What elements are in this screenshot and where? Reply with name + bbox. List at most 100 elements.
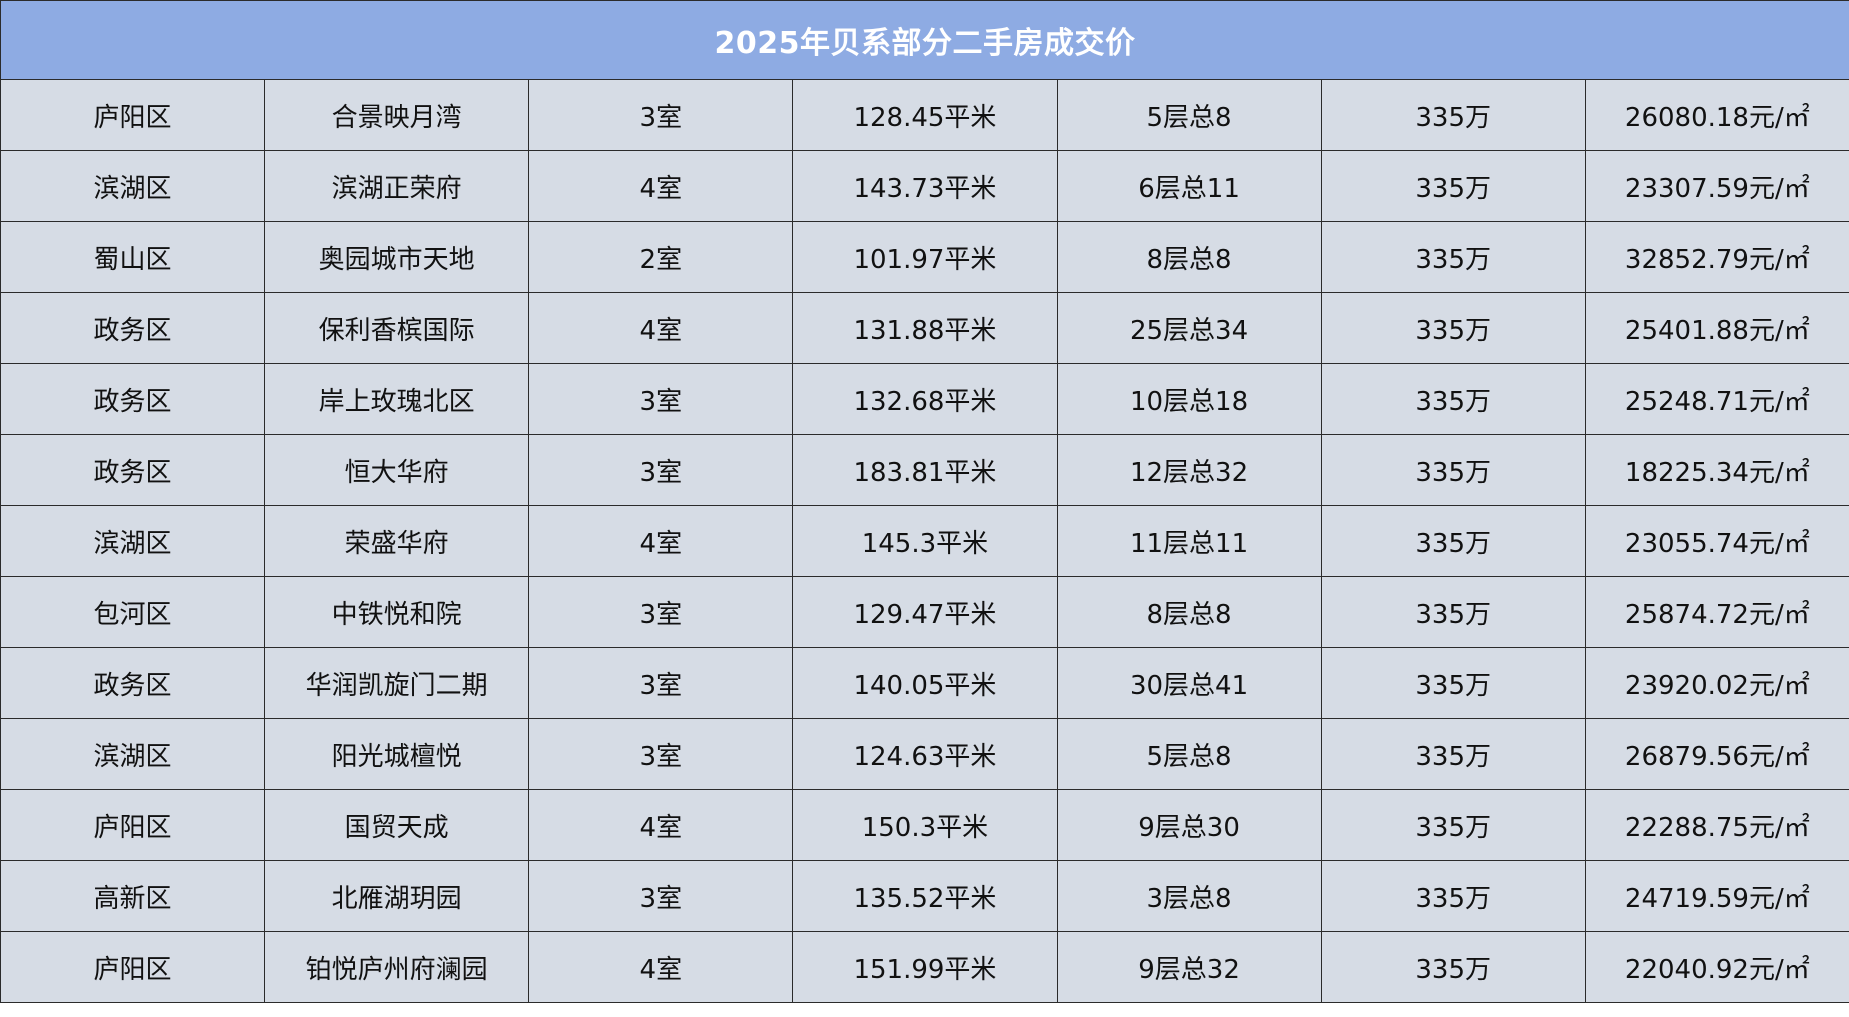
community-cell: 中铁悦和院 bbox=[264, 576, 530, 648]
district-cell: 滨湖区 bbox=[0, 150, 266, 222]
unit-price-cell: 24719.59元/㎡ bbox=[1584, 860, 1849, 932]
area-cell: 101.97平米 bbox=[792, 221, 1058, 293]
unit-price-cell: 25874.72元/㎡ bbox=[1584, 576, 1849, 648]
floor-cell: 11层总11 bbox=[1056, 505, 1322, 577]
district-cell: 政务区 bbox=[0, 434, 266, 506]
unit-price-cell: 18225.34元/㎡ bbox=[1584, 434, 1849, 506]
price-table: 2025年贝系部分二手房成交价 庐阳区 合景映月湾 3室 128.45平米 5层… bbox=[0, 0, 1849, 1003]
area-cell: 151.99平米 bbox=[792, 931, 1058, 1003]
floor-cell: 9层总32 bbox=[1056, 931, 1322, 1003]
total-price-cell: 335万 bbox=[1320, 647, 1586, 719]
area-cell: 128.45平米 bbox=[792, 79, 1058, 151]
rooms-cell: 3室 bbox=[528, 434, 794, 506]
district-cell: 庐阳区 bbox=[0, 789, 266, 861]
table-row: 政务区 华润凯旋门二期 3室 140.05平米 30层总41 335万 2392… bbox=[0, 647, 1849, 719]
unit-price-cell: 22040.92元/㎡ bbox=[1584, 931, 1849, 1003]
rooms-cell: 3室 bbox=[528, 79, 794, 151]
floor-cell: 10层总18 bbox=[1056, 363, 1322, 435]
total-price-cell: 335万 bbox=[1320, 221, 1586, 293]
district-cell: 高新区 bbox=[0, 860, 266, 932]
floor-cell: 6层总11 bbox=[1056, 150, 1322, 222]
total-price-cell: 335万 bbox=[1320, 363, 1586, 435]
table-row: 庐阳区 合景映月湾 3室 128.45平米 5层总8 335万 26080.18… bbox=[0, 79, 1849, 151]
table-row: 庐阳区 铂悦庐州府澜园 4室 151.99平米 9层总32 335万 22040… bbox=[0, 931, 1849, 1003]
rooms-cell: 3室 bbox=[528, 718, 794, 790]
table-row: 包河区 中铁悦和院 3室 129.47平米 8层总8 335万 25874.72… bbox=[0, 576, 1849, 648]
table-row: 政务区 岸上玫瑰北区 3室 132.68平米 10层总18 335万 25248… bbox=[0, 363, 1849, 435]
title-row: 2025年贝系部分二手房成交价 bbox=[0, 0, 1849, 80]
table-row: 蜀山区 奥园城市天地 2室 101.97平米 8层总8 335万 32852.7… bbox=[0, 221, 1849, 293]
area-cell: 124.63平米 bbox=[792, 718, 1058, 790]
unit-price-cell: 23055.74元/㎡ bbox=[1584, 505, 1849, 577]
total-price-cell: 335万 bbox=[1320, 505, 1586, 577]
rooms-cell: 4室 bbox=[528, 789, 794, 861]
rooms-cell: 4室 bbox=[528, 292, 794, 364]
area-cell: 140.05平米 bbox=[792, 647, 1058, 719]
community-cell: 北雁湖玥园 bbox=[264, 860, 530, 932]
community-cell: 奥园城市天地 bbox=[264, 221, 530, 293]
table-row: 庐阳区 国贸天成 4室 150.3平米 9层总30 335万 22288.75元… bbox=[0, 789, 1849, 861]
district-cell: 蜀山区 bbox=[0, 221, 266, 293]
total-price-cell: 335万 bbox=[1320, 150, 1586, 222]
total-price-cell: 335万 bbox=[1320, 789, 1586, 861]
total-price-cell: 335万 bbox=[1320, 434, 1586, 506]
unit-price-cell: 32852.79元/㎡ bbox=[1584, 221, 1849, 293]
total-price-cell: 335万 bbox=[1320, 576, 1586, 648]
unit-price-cell: 23920.02元/㎡ bbox=[1584, 647, 1849, 719]
total-price-cell: 335万 bbox=[1320, 718, 1586, 790]
table-row: 政务区 恒大华府 3室 183.81平米 12层总32 335万 18225.3… bbox=[0, 434, 1849, 506]
floor-cell: 8层总8 bbox=[1056, 221, 1322, 293]
price-table-sheet: 2025年贝系部分二手房成交价 庐阳区 合景映月湾 3室 128.45平米 5层… bbox=[0, 0, 1849, 1017]
district-cell: 滨湖区 bbox=[0, 505, 266, 577]
unit-price-cell: 23307.59元/㎡ bbox=[1584, 150, 1849, 222]
community-cell: 荣盛华府 bbox=[264, 505, 530, 577]
area-cell: 183.81平米 bbox=[792, 434, 1058, 506]
rooms-cell: 3室 bbox=[528, 576, 794, 648]
community-cell: 国贸天成 bbox=[264, 789, 530, 861]
community-cell: 保利香槟国际 bbox=[264, 292, 530, 364]
floor-cell: 5层总8 bbox=[1056, 718, 1322, 790]
district-cell: 政务区 bbox=[0, 647, 266, 719]
rooms-cell: 4室 bbox=[528, 931, 794, 1003]
rooms-cell: 2室 bbox=[528, 221, 794, 293]
area-cell: 145.3平米 bbox=[792, 505, 1058, 577]
table-row: 政务区 保利香槟国际 4室 131.88平米 25层总34 335万 25401… bbox=[0, 292, 1849, 364]
floor-cell: 12层总32 bbox=[1056, 434, 1322, 506]
floor-cell: 5层总8 bbox=[1056, 79, 1322, 151]
district-cell: 政务区 bbox=[0, 292, 266, 364]
community-cell: 阳光城檀悦 bbox=[264, 718, 530, 790]
area-cell: 143.73平米 bbox=[792, 150, 1058, 222]
community-cell: 岸上玫瑰北区 bbox=[264, 363, 530, 435]
district-cell: 滨湖区 bbox=[0, 718, 266, 790]
area-cell: 135.52平米 bbox=[792, 860, 1058, 932]
floor-cell: 8层总8 bbox=[1056, 576, 1322, 648]
rooms-cell: 3室 bbox=[528, 860, 794, 932]
community-cell: 合景映月湾 bbox=[264, 79, 530, 151]
floor-cell: 3层总8 bbox=[1056, 860, 1322, 932]
unit-price-cell: 26080.18元/㎡ bbox=[1584, 79, 1849, 151]
rooms-cell: 3室 bbox=[528, 647, 794, 719]
floor-cell: 25层总34 bbox=[1056, 292, 1322, 364]
district-cell: 庐阳区 bbox=[0, 931, 266, 1003]
rooms-cell: 3室 bbox=[528, 363, 794, 435]
unit-price-cell: 26879.56元/㎡ bbox=[1584, 718, 1849, 790]
district-cell: 包河区 bbox=[0, 576, 266, 648]
district-cell: 政务区 bbox=[0, 363, 266, 435]
area-cell: 132.68平米 bbox=[792, 363, 1058, 435]
total-price-cell: 335万 bbox=[1320, 860, 1586, 932]
community-cell: 华润凯旋门二期 bbox=[264, 647, 530, 719]
table-row: 滨湖区 荣盛华府 4室 145.3平米 11层总11 335万 23055.74… bbox=[0, 505, 1849, 577]
table-title: 2025年贝系部分二手房成交价 bbox=[0, 0, 1849, 80]
rooms-cell: 4室 bbox=[528, 505, 794, 577]
table-row: 滨湖区 阳光城檀悦 3室 124.63平米 5层总8 335万 26879.56… bbox=[0, 718, 1849, 790]
area-cell: 129.47平米 bbox=[792, 576, 1058, 648]
floor-cell: 9层总30 bbox=[1056, 789, 1322, 861]
total-price-cell: 335万 bbox=[1320, 931, 1586, 1003]
unit-price-cell: 25248.71元/㎡ bbox=[1584, 363, 1849, 435]
unit-price-cell: 22288.75元/㎡ bbox=[1584, 789, 1849, 861]
table-row: 高新区 北雁湖玥园 3室 135.52平米 3层总8 335万 24719.59… bbox=[0, 860, 1849, 932]
community-cell: 滨湖正荣府 bbox=[264, 150, 530, 222]
floor-cell: 30层总41 bbox=[1056, 647, 1322, 719]
district-cell: 庐阳区 bbox=[0, 79, 266, 151]
total-price-cell: 335万 bbox=[1320, 292, 1586, 364]
